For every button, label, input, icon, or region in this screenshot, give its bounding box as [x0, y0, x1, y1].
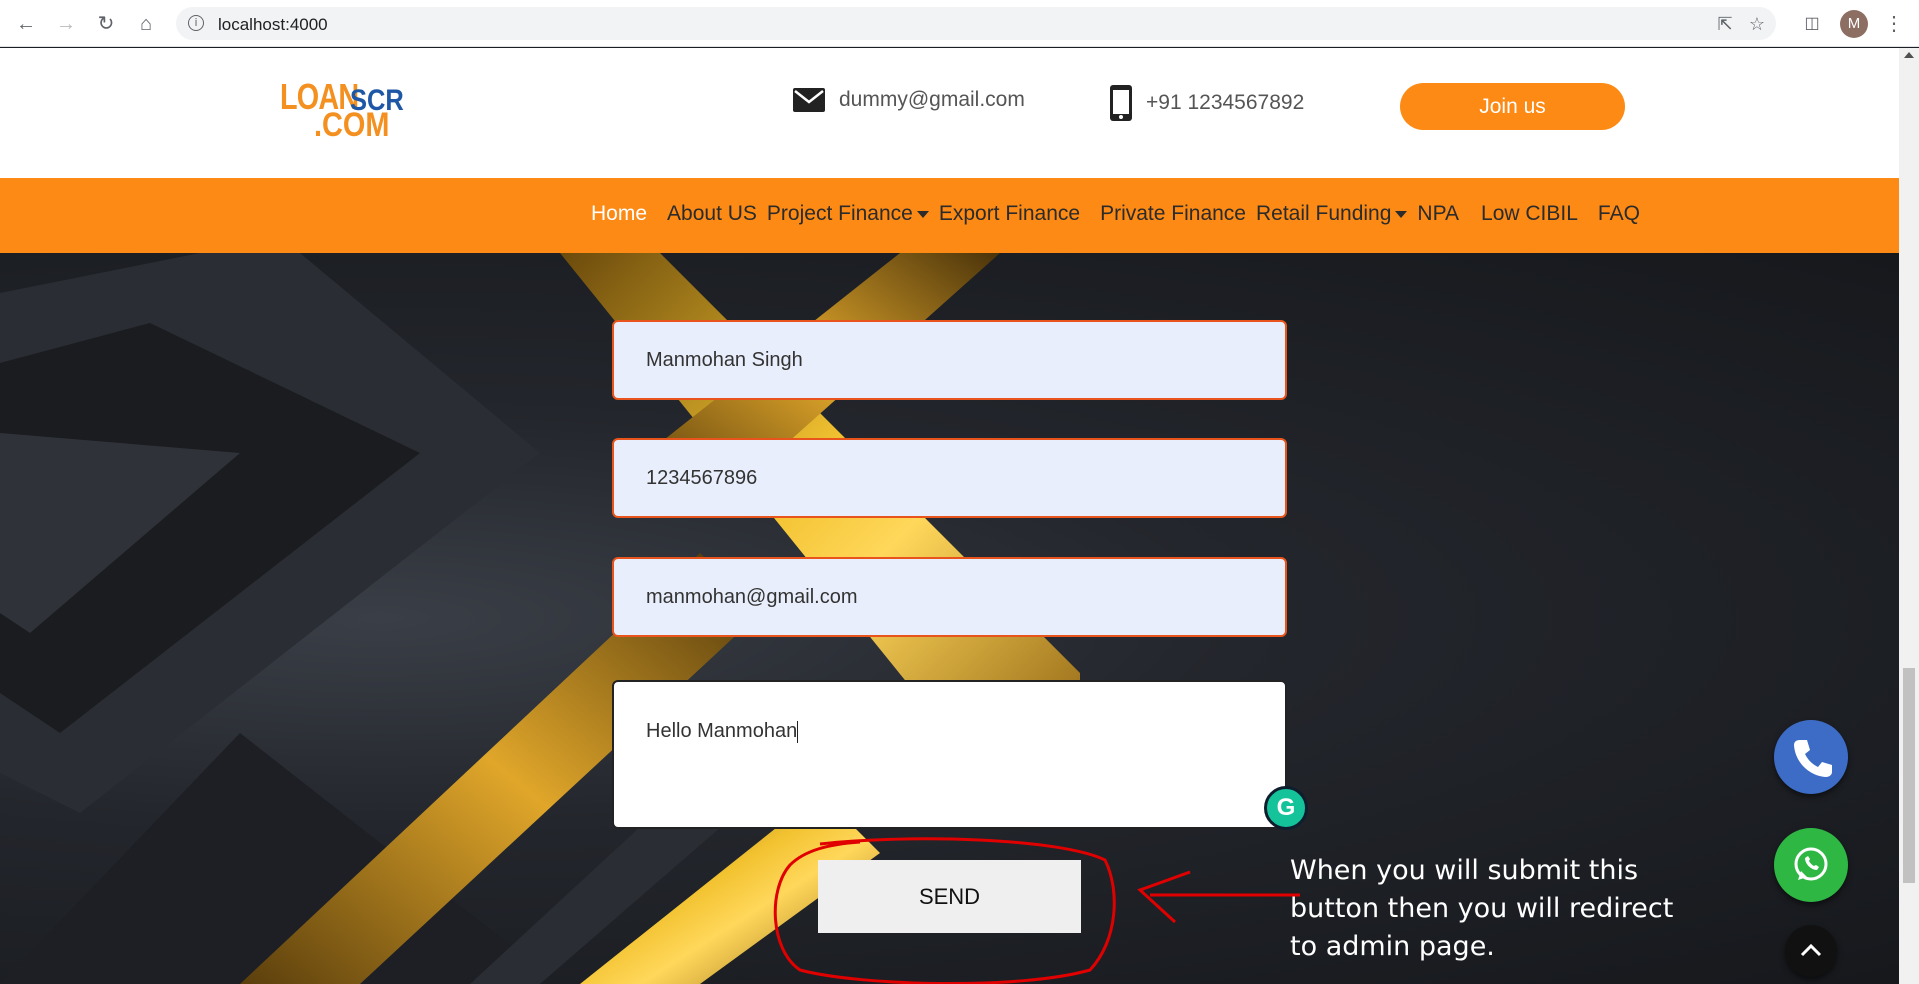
call-button[interactable]	[1774, 720, 1848, 794]
back-icon[interactable]: ←	[14, 12, 38, 36]
contact-phone[interactable]: +91 1234567892	[1110, 85, 1304, 121]
nav-item-private-finance[interactable]: Private Finance	[1100, 202, 1246, 226]
chevron-up-icon	[1800, 943, 1822, 957]
kebab-menu-icon[interactable]: ⋮	[1884, 11, 1904, 37]
browser-toolbar: ← → ↻ ⌂ i localhost:4000 ⇱ ☆ ◫ M ⋮	[0, 0, 1919, 47]
contact-email[interactable]: dummy@gmail.com	[793, 88, 1025, 112]
nav-item-export-finance[interactable]: Export Finance	[939, 202, 1080, 226]
nav-item-label: Retail Funding	[1255, 202, 1392, 225]
mobile-phone-icon	[1110, 85, 1132, 121]
nav-item-label: Project Finance	[766, 202, 913, 225]
logo-part-com: .COM	[314, 106, 390, 144]
phone-input[interactable]: 1234567896	[612, 438, 1287, 518]
name-input[interactable]: Manmohan Singh	[612, 320, 1287, 400]
main-navbar: Home About US Project Finance Export Fin…	[0, 178, 1899, 253]
scroll-up-arrow-icon[interactable]	[1904, 52, 1914, 58]
address-bar[interactable]: i localhost:4000 ⇱ ☆	[176, 7, 1776, 40]
profile-avatar[interactable]: M	[1840, 10, 1868, 38]
nav-item-about-us[interactable]: About US	[667, 202, 757, 226]
nav-item-project-finance[interactable]: Project Finance	[767, 202, 929, 226]
text-cursor	[797, 720, 799, 743]
scroll-to-top-button[interactable]	[1785, 925, 1837, 977]
share-icon[interactable]: ⇱	[1714, 13, 1736, 35]
whatsapp-button[interactable]	[1774, 828, 1848, 902]
email-input[interactable]: manmohan@gmail.com	[612, 557, 1287, 637]
url-text[interactable]: localhost:4000	[218, 15, 328, 35]
phone-text: +91 1234567892	[1146, 91, 1305, 114]
grammarly-icon[interactable]: G	[1264, 786, 1308, 830]
page-scrollbar[interactable]	[1899, 48, 1919, 984]
site-header: LOAN SCR .COM dummy@gmail.com +91 123456…	[0, 48, 1899, 178]
scrollbar-thumb[interactable]	[1903, 668, 1915, 883]
envelope-icon	[793, 88, 825, 112]
annotation-text: When you will submit this button then yo…	[1290, 855, 1674, 962]
nav-item-low-cibil[interactable]: Low CIBIL	[1481, 202, 1578, 226]
logo[interactable]: LOAN SCR .COM	[280, 76, 410, 144]
home-icon[interactable]: ⌂	[134, 12, 158, 36]
reload-icon[interactable]: ↻	[94, 12, 118, 36]
whatsapp-icon	[1794, 847, 1828, 881]
email-text: dummy@gmail.com	[839, 88, 1025, 111]
annotation-circle-arrow	[773, 837, 1300, 984]
bookmark-star-icon[interactable]: ☆	[1746, 13, 1768, 35]
nav-item-faq[interactable]: FAQ	[1598, 202, 1640, 226]
forward-icon[interactable]: →	[54, 12, 78, 36]
nav-item-npa[interactable]: NPA	[1417, 202, 1459, 226]
nav-item-home[interactable]: Home	[591, 202, 647, 226]
phone-icon	[1794, 740, 1832, 777]
caret-down-icon	[916, 210, 929, 218]
nav-item-retail-funding[interactable]: Retail Funding	[1255, 202, 1408, 226]
side-panel-icon[interactable]: ◫	[1800, 12, 1824, 36]
message-textarea[interactable]: Hello Manmohan	[612, 680, 1287, 829]
caret-down-icon	[1395, 210, 1408, 218]
message-text: Hello Manmohan	[646, 720, 798, 742]
site-info-icon[interactable]: i	[188, 15, 204, 31]
join-us-button[interactable]: Join us	[1400, 83, 1625, 130]
